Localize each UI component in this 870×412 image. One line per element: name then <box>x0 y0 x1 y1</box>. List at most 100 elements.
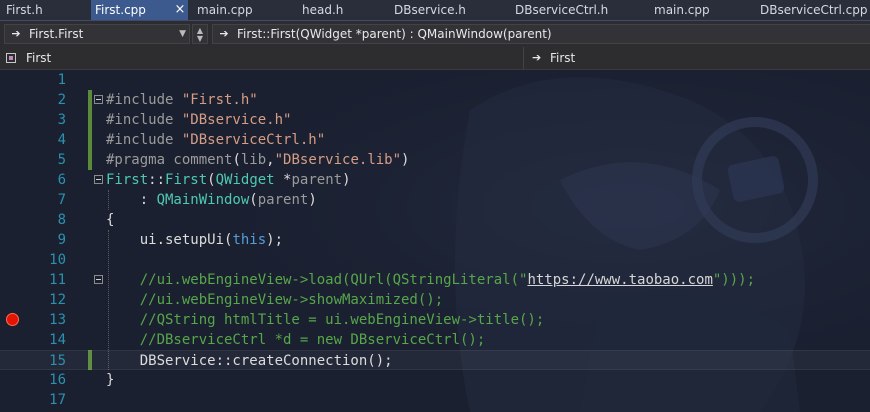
code-line[interactable]: 5 #pragma comment(lib,"DBservice.lib") <box>0 150 870 170</box>
code-text: } <box>106 370 114 390</box>
code-token: //ui.webEngineView->load(QUrl(QStringLit… <box>106 272 528 288</box>
code-token: First <box>106 172 149 188</box>
code-text: //DBserviceCtrl *d = new DBserviceCtrl()… <box>106 330 486 350</box>
code-token: "DBservice.lib" <box>274 152 402 168</box>
code-token: parent <box>257 192 309 208</box>
line-number: 17 <box>49 392 66 408</box>
code-line[interactable]: 9 ui.setupUi(this); <box>0 230 870 250</box>
scope-dropdown-value: First.First <box>29 27 84 41</box>
line-number: 5 <box>57 152 66 168</box>
line-number: 9 <box>57 232 66 248</box>
tab-label: DBserviceCtrl.cpp <box>760 3 868 17</box>
line-number: 6 <box>57 172 66 188</box>
arrow-right-icon: ➔ <box>11 27 21 40</box>
tab-main-cpp[interactable]: main.cpp <box>197 0 253 20</box>
code-text: #pragma comment(lib,"DBservice.lib") <box>106 150 409 170</box>
code-line[interactable]: 17 <box>0 390 870 410</box>
code-token: "DBserviceCtrl.h" <box>181 132 326 148</box>
code-line[interactable]: 14 //DBserviceCtrl *d = new DBserviceCtr… <box>0 330 870 350</box>
code-token: #include <box>106 112 182 128</box>
code-token: ( <box>249 192 258 208</box>
code-text: #include "DBservice.h" <box>106 110 291 130</box>
code-text: ui.setupUi(this); <box>106 230 283 250</box>
line-number: 7 <box>57 192 66 208</box>
chevron-down-icon: ▼ <box>196 34 204 43</box>
code-token: #include <box>106 92 182 108</box>
code-text: //QString htmlTitle = ui.webEngineView->… <box>106 310 545 330</box>
line-number: 14 <box>49 332 66 348</box>
code-token: ) <box>342 172 351 188</box>
tab-label: DBservice.h <box>394 3 466 17</box>
code-line[interactable]: 15 DBService::createConnection(); <box>0 350 870 370</box>
line-number: 4 <box>57 132 66 148</box>
code-line[interactable]: 3 #include "DBservice.h" <box>0 110 870 130</box>
code-token: this <box>232 232 267 248</box>
code-token: : <box>106 192 157 208</box>
line-number: 2 <box>57 92 66 108</box>
tab-dbservice-h[interactable]: DBservice.h <box>394 0 466 20</box>
line-number: 13 <box>49 312 66 328</box>
code-text: #include "First.h" <box>106 90 258 110</box>
code-line[interactable]: 13 //QString htmlTitle = ui.webEngineVie… <box>0 310 870 330</box>
code-editor[interactable]: 1 2 #include "First.h" 3 #include "DBservice… <box>0 70 870 412</box>
tab-main-cpp-2[interactable]: main.cpp <box>654 0 710 20</box>
code-token: ( <box>207 172 216 188</box>
code-line[interactable]: 1 <box>0 70 870 90</box>
code-line[interactable]: 12 //ui.webEngineView->showMaximized(); <box>0 290 870 310</box>
code-text: First::First(QWidget *parent) <box>106 170 351 190</box>
arrow-right-icon: ➔ <box>219 27 229 40</box>
navigation-bar: ➔ First.First ▼ ▲ ▼ ➔ First::First(QWidg… <box>0 21 870 47</box>
code-line[interactable]: 16} <box>0 370 870 390</box>
code-token: parent <box>291 172 343 188</box>
code-token: QMainWindow <box>156 192 250 208</box>
code-token: //DBserviceCtrl *d = new DBserviceCtrl()… <box>106 332 486 348</box>
url-link[interactable]: https://www.taobao.com <box>527 272 712 288</box>
line-number: 10 <box>49 252 66 268</box>
code-token: "DBservice.h" <box>181 112 292 128</box>
code-token: First <box>165 172 208 188</box>
code-line[interactable]: 4 #include "DBserviceCtrl.h" <box>0 130 870 150</box>
code-token: //ui.webEngineView->showMaximized(); <box>106 292 444 308</box>
scope-dropdown[interactable]: ➔ First.First ▼ <box>4 24 190 44</box>
tab-first-cpp[interactable]: First.cpp <box>91 0 179 20</box>
class-icon <box>6 53 16 63</box>
code-token: lib <box>240 152 267 168</box>
code-line[interactable]: 11 //ui.webEngineView->load(QUrl(QString… <box>0 270 870 290</box>
code-line[interactable]: 2 #include "First.h" <box>0 90 870 110</box>
document-tab-bar: First.h First.cpp × main.cpp head.h DBse… <box>0 0 870 21</box>
close-tab-icon[interactable]: × <box>172 0 188 20</box>
function-dropdown[interactable]: ➔ First <box>524 48 870 68</box>
code-token: #include <box>106 132 182 148</box>
tab-first-h[interactable]: First.h <box>6 0 43 20</box>
code-token: "First.h" <box>181 92 258 108</box>
code-token: ) <box>401 152 410 168</box>
code-text: { <box>106 210 114 230</box>
project-dropdown-value: First <box>26 51 52 65</box>
tab-dbservicectrl-cpp[interactable]: DBserviceCtrl.cpp <box>760 0 867 20</box>
code-line[interactable]: 8{ <box>0 210 870 230</box>
code-line[interactable]: 10 <box>0 250 870 270</box>
tab-label: head.h <box>302 3 344 17</box>
code-line[interactable]: 6 First::First(QWidget *parent) <box>0 170 870 190</box>
tab-label: main.cpp <box>654 3 710 17</box>
code-text: #include "DBserviceCtrl.h" <box>106 130 325 150</box>
line-number: 11 <box>49 272 66 288</box>
line-number: 12 <box>49 292 66 308</box>
tab-head-h[interactable]: head.h <box>302 0 343 20</box>
tab-dbservicectrl-h[interactable]: DBserviceCtrl.h <box>515 0 608 20</box>
line-number: 1 <box>57 72 66 88</box>
line-number: 16 <box>49 372 66 388</box>
scope-spinner[interactable]: ▲ ▼ <box>192 24 208 44</box>
code-token: //QString htmlTitle = ui.webEngineView->… <box>106 312 545 328</box>
code-token: DBService::createConnection(); <box>106 353 393 369</box>
code-line[interactable]: 7 : QMainWindow(parent) <box>0 190 870 210</box>
line-number: 3 <box>57 112 66 128</box>
code-token: ( <box>232 152 241 168</box>
member-dropdown[interactable]: ➔ First::First(QWidget *parent) : QMainW… <box>212 24 870 44</box>
tab-label: First.h <box>6 3 43 17</box>
code-token: * <box>274 172 292 188</box>
arrow-right-icon: ➔ <box>532 51 542 64</box>
code-token: QWidget <box>215 172 275 188</box>
project-dropdown[interactable]: First <box>0 48 522 68</box>
secondary-navigation-bar: First ➔ First <box>0 47 870 70</box>
